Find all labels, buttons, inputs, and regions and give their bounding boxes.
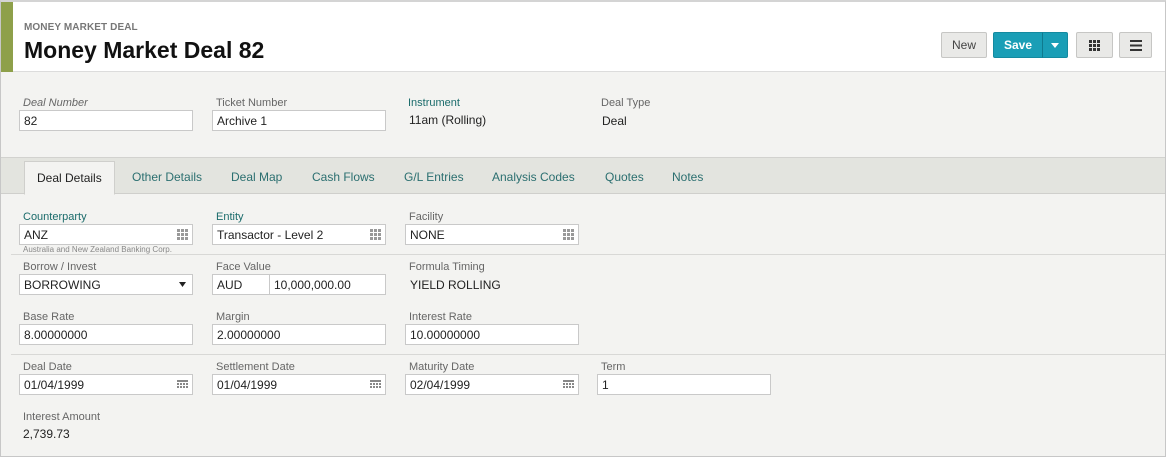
tab-gl-entries[interactable]: G/L Entries (404, 170, 464, 184)
margin-label: Margin (216, 311, 250, 323)
calendar-icon[interactable] (370, 379, 381, 390)
settlement-date-field[interactable]: 01/04/1999 (212, 374, 386, 395)
ticket-number-field[interactable]: Archive 1 (212, 110, 386, 131)
chevron-down-icon (1051, 42, 1059, 48)
counterparty-label[interactable]: Counterparty (23, 211, 87, 223)
lookup-icon[interactable] (370, 229, 381, 240)
menu-icon (1129, 39, 1142, 51)
margin-field[interactable]: 2.00000000 (212, 324, 386, 345)
interest-amount-label: Interest Amount (23, 411, 101, 423)
deal-date-label: Deal Date (23, 361, 72, 373)
interest-amount-value: 2,739.73 (23, 427, 70, 441)
tab-cash-flows[interactable]: Cash Flows (312, 170, 375, 184)
ticket-number-label: Ticket Number (216, 97, 288, 109)
counterparty-hint: Australia and New Zealand Banking Corp. (23, 245, 172, 254)
facility-label: Facility (409, 211, 444, 223)
dropdown-arrow-icon (179, 282, 186, 287)
maturity-date-label: Maturity Date (409, 361, 475, 373)
formula-timing-value: YIELD ROLLING (410, 278, 501, 292)
menu-button[interactable] (1119, 32, 1152, 58)
new-button[interactable]: New (941, 32, 987, 58)
borrow-invest-label: Borrow / Invest (23, 261, 97, 273)
tab-deal-map[interactable]: Deal Map (231, 170, 282, 184)
calendar-icon[interactable] (177, 379, 188, 390)
lookup-icon[interactable] (563, 229, 574, 240)
tab-other-details[interactable]: Other Details (132, 170, 202, 184)
borrow-invest-value: BORROWING (24, 277, 101, 292)
deal-number-field[interactable]: 82 (19, 110, 193, 131)
instrument-label[interactable]: Instrument (408, 97, 460, 109)
maturity-date-value: 02/04/1999 (410, 377, 471, 392)
entity-value: Transactor - Level 2 (217, 227, 324, 242)
facility-value: NONE (410, 227, 445, 242)
term-field[interactable]: 1 (597, 374, 771, 395)
divider (11, 354, 1165, 355)
tab-deal-details[interactable]: Deal Details (24, 161, 115, 195)
settlement-date-value: 01/04/1999 (217, 377, 278, 392)
deal-type-value: Deal (602, 114, 627, 128)
face-currency-field[interactable]: AUD (212, 274, 270, 295)
borrow-invest-select[interactable]: BORROWING (19, 274, 193, 295)
deal-type-label: Deal Type (601, 97, 651, 109)
interest-rate-field[interactable]: 10.00000000 (405, 324, 579, 345)
tab-notes[interactable]: Notes (672, 170, 703, 184)
deal-date-value: 01/04/1999 (24, 377, 85, 392)
lookup-icon[interactable] (177, 229, 188, 240)
grid-view-button[interactable] (1076, 32, 1113, 58)
tab-analysis-codes[interactable]: Analysis Codes (492, 170, 575, 184)
formula-timing-label: Formula Timing (409, 261, 485, 273)
page-subtitle: MONEY MARKET DEAL (24, 22, 138, 33)
page-header: MONEY MARKET DEAL Money Market Deal 82 N… (13, 2, 1165, 72)
counterparty-value: ANZ (24, 227, 48, 242)
face-value-label: Face Value (216, 261, 271, 273)
deal-date-field[interactable]: 01/04/1999 (19, 374, 193, 395)
entity-label[interactable]: Entity (216, 211, 244, 223)
term-label: Term (601, 361, 626, 373)
settlement-date-label: Settlement Date (216, 361, 295, 373)
base-rate-field[interactable]: 8.00000000 (19, 324, 193, 345)
grid-icon (1089, 39, 1100, 51)
page-title: Money Market Deal 82 (24, 37, 265, 63)
face-amount-field[interactable]: 10,000,000.00 (269, 274, 386, 295)
accent-bar (1, 2, 13, 72)
deal-number-label: Deal Number (23, 97, 88, 109)
entity-field[interactable]: Transactor - Level 2 (212, 224, 386, 245)
save-dropdown-button[interactable] (1042, 32, 1068, 58)
maturity-date-field[interactable]: 02/04/1999 (405, 374, 579, 395)
base-rate-label: Base Rate (23, 311, 75, 323)
instrument-value: 11am (Rolling) (409, 113, 487, 127)
counterparty-field[interactable]: ANZ (19, 224, 193, 245)
save-button[interactable]: Save (993, 32, 1043, 58)
facility-field[interactable]: NONE (405, 224, 579, 245)
tab-quotes[interactable]: Quotes (605, 170, 644, 184)
divider (11, 254, 1165, 255)
calendar-icon[interactable] (563, 379, 574, 390)
interest-rate-label: Interest Rate (409, 311, 472, 323)
tab-bar: Deal Details Other Details Deal Map Cash… (1, 157, 1165, 195)
